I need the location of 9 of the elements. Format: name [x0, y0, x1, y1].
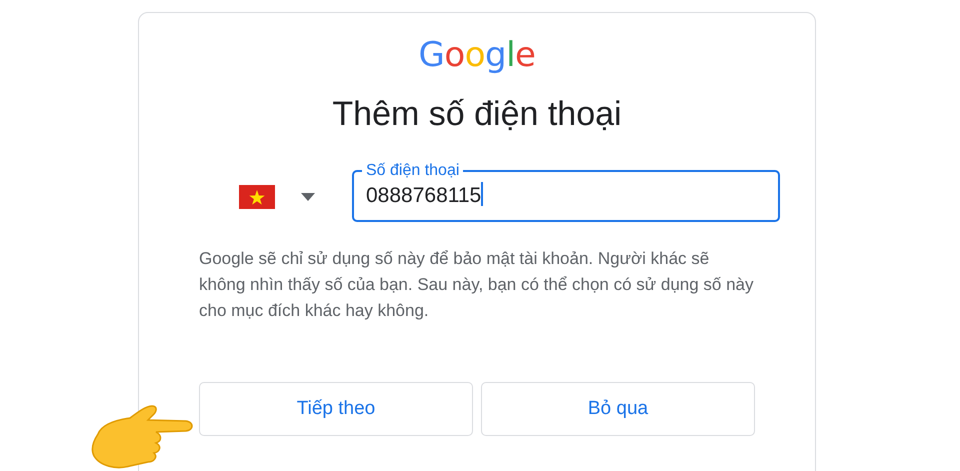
flag-icon[interactable] [239, 185, 275, 209]
pointing-hand-icon [90, 404, 194, 471]
page-title: Thêm số điện thoại [332, 95, 622, 134]
phone-field[interactable]: Số điện thoại 0888768115 [352, 162, 780, 222]
logo: Google [418, 35, 536, 75]
skip-button[interactable]: Bỏ qua [481, 382, 755, 436]
help-text: Google sẽ chỉ sử dụng số này để bảo mật tài khoản. Người khác sẽ không nhìn thấy số của bạn. Sau này, bạn có thể chọn có sử dụng số này cho mục đích khác hay không. [199, 248, 755, 322]
caret-icon[interactable] [301, 193, 315, 201]
next-button[interactable]: Tiếp theo [199, 382, 473, 436]
